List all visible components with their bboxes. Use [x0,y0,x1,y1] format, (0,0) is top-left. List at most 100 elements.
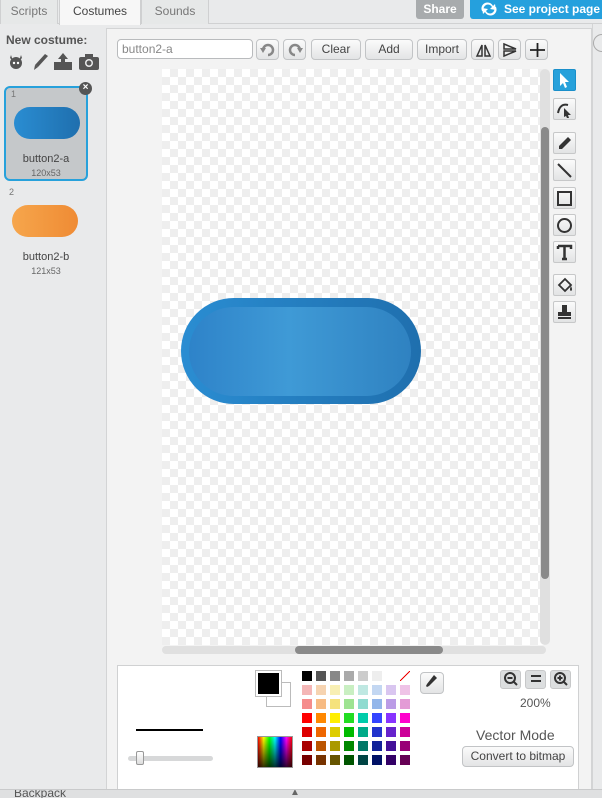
share-button[interactable]: Share [416,0,464,19]
palette-swatch[interactable] [329,712,341,724]
palette-swatch[interactable] [357,726,369,738]
palette-swatch[interactable] [371,712,383,724]
zoom-in-button[interactable] [550,670,571,689]
vertical-scrollbar[interactable] [540,69,550,645]
stroke-width-slider[interactable] [128,751,213,765]
convert-to-bitmap-button[interactable]: Convert to bitmap [462,746,574,767]
horizontal-scroll-thumb[interactable] [295,646,443,654]
text-tool[interactable] [553,241,576,263]
slider-knob[interactable] [136,751,144,765]
stamp-tool[interactable] [553,301,576,323]
reshape-tool[interactable] [553,98,576,120]
costume-item[interactable]: 2 button2-b 121x53 [4,186,88,281]
see-project-page-button[interactable]: See project page [470,0,602,19]
line-tool[interactable] [553,159,576,181]
tab-sounds[interactable]: Sounds [141,0,209,24]
sprite-library-icon[interactable] [6,52,28,74]
rectangle-tool[interactable] [553,187,576,209]
palette-swatch[interactable] [385,712,397,724]
palette-swatch[interactable] [343,684,355,696]
palette-swatch[interactable] [343,670,355,682]
eyedropper-button[interactable] [420,672,444,694]
palette-swatch[interactable] [329,670,341,682]
ellipse-tool[interactable] [553,214,576,236]
costume-item[interactable]: 1 button2-a 120x53 × [4,82,92,181]
clear-button[interactable]: Clear [311,39,361,60]
color-picker[interactable] [257,736,293,768]
palette-swatch[interactable] [301,726,313,738]
palette-swatch[interactable] [315,712,327,724]
palette-swatch[interactable] [301,698,313,710]
palette-swatch[interactable] [315,740,327,752]
palette-swatch[interactable] [329,754,341,766]
no-color-swatch[interactable] [399,670,411,682]
palette-swatch[interactable] [343,698,355,710]
palette-swatch[interactable] [315,754,327,766]
palette-swatch[interactable] [357,670,369,682]
palette-swatch[interactable] [343,754,355,766]
zoom-reset-button[interactable] [525,670,546,689]
palette-swatch[interactable] [315,670,327,682]
palette-swatch[interactable] [385,684,397,696]
palette-swatch[interactable] [371,754,383,766]
tab-scripts[interactable]: Scripts [0,0,58,24]
palette-swatch[interactable] [371,670,383,682]
backpack-bar[interactable]: Backpack ▲ [0,789,602,798]
palette-swatch[interactable] [357,698,369,710]
palette-swatch[interactable] [315,698,327,710]
zoom-out-button[interactable] [500,670,521,689]
palette-swatch[interactable] [371,684,383,696]
palette-swatch[interactable] [343,726,355,738]
palette-swatch[interactable] [301,754,313,766]
palette-swatch[interactable] [371,698,383,710]
palette-swatch[interactable] [399,698,411,710]
delete-costume-icon[interactable]: × [79,82,92,95]
set-center-button[interactable] [525,39,548,60]
palette-swatch[interactable] [399,740,411,752]
drawing-canvas[interactable] [162,69,546,645]
redo-button[interactable] [283,39,306,60]
horizontal-scrollbar[interactable] [162,646,546,654]
add-button[interactable]: Add [365,39,413,60]
palette-swatch[interactable] [315,726,327,738]
palette-swatch[interactable] [399,726,411,738]
palette-swatch[interactable] [399,712,411,724]
palette-swatch[interactable] [343,712,355,724]
palette-swatch[interactable] [329,684,341,696]
fill-tool[interactable] [553,274,576,296]
palette-swatch[interactable] [385,740,397,752]
select-tool[interactable] [553,69,576,91]
palette-swatch[interactable] [371,740,383,752]
palette-swatch[interactable] [385,698,397,710]
palette-swatch[interactable] [371,726,383,738]
paint-brush-icon[interactable] [30,52,52,74]
palette-swatch[interactable] [399,754,411,766]
palette-swatch[interactable] [385,670,397,682]
tab-costumes[interactable]: Costumes [59,0,141,25]
costume-sprite-shape[interactable] [181,298,421,404]
upload-icon[interactable] [52,52,74,74]
costume-name-input[interactable] [117,39,253,59]
palette-swatch[interactable] [301,670,313,682]
import-button[interactable]: Import [417,39,467,60]
palette-swatch[interactable] [357,684,369,696]
palette-swatch[interactable] [301,712,313,724]
palette-swatch[interactable] [343,740,355,752]
palette-swatch[interactable] [301,740,313,752]
undo-button[interactable] [256,39,279,60]
palette-swatch[interactable] [385,726,397,738]
primary-color-swatch[interactable] [256,671,281,696]
palette-swatch[interactable] [357,754,369,766]
palette-swatch[interactable] [385,754,397,766]
palette-swatch[interactable] [357,740,369,752]
palette-swatch[interactable] [329,726,341,738]
flip-horizontal-button[interactable] [471,39,494,60]
pencil-tool[interactable] [553,132,576,154]
palette-swatch[interactable] [329,698,341,710]
palette-swatch[interactable] [357,712,369,724]
vertical-scroll-thumb[interactable] [541,127,549,579]
flip-vertical-button[interactable] [498,39,521,60]
camera-icon[interactable] [78,52,100,74]
palette-swatch[interactable] [315,684,327,696]
palette-swatch[interactable] [301,684,313,696]
